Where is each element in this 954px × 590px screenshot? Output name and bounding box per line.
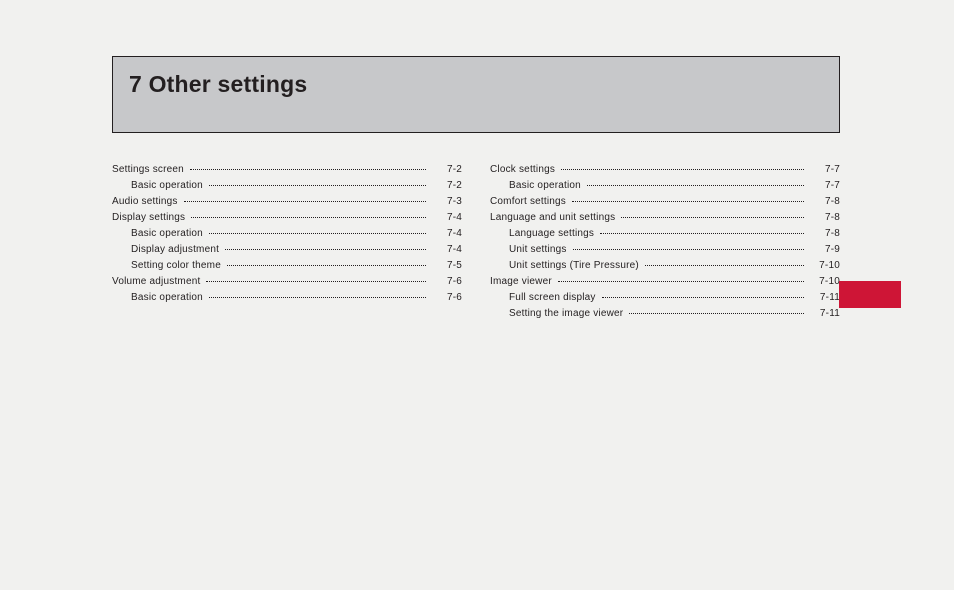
toc-entry-page: 7-10 (807, 274, 840, 290)
toc-leader-dots (587, 185, 804, 186)
toc-entry: Image viewer 7-10 (490, 274, 840, 290)
toc-entry-label: Language settings (509, 226, 597, 242)
toc-entry: Setting color theme 7-5 (112, 258, 462, 274)
toc-leader-dots (645, 265, 804, 266)
toc-entry-page: 7-7 (807, 162, 840, 178)
toc-entry: Audio settings 7-3 (112, 194, 462, 210)
toc-entry-label: Full screen display (509, 290, 599, 306)
toc-entry: Basic operation 7-7 (490, 178, 840, 194)
toc-entry: Full screen display 7-11 (490, 290, 840, 306)
toc-entry-label: Image viewer (490, 274, 555, 290)
toc-entry-label: Settings screen (112, 162, 187, 178)
toc-entry-label: Setting the image viewer (509, 306, 626, 322)
toc-entry-page: 7-2 (429, 162, 462, 178)
toc-leader-dots (572, 201, 804, 202)
toc-entry-page: 7-5 (429, 258, 462, 274)
toc-entry: Clock settings 7-7 (490, 162, 840, 178)
toc-entry: Unit settings (Tire Pressure) 7-10 (490, 258, 840, 274)
toc-entry-label: Basic operation (131, 290, 206, 306)
toc-leader-dots (209, 233, 426, 234)
toc-leader-dots (621, 217, 804, 218)
toc-entry-page: 7-4 (429, 210, 462, 226)
toc-entry-page: 7-6 (429, 274, 462, 290)
toc-leader-dots (184, 201, 426, 202)
toc-entry-label: Basic operation (509, 178, 584, 194)
toc-entry: Display adjustment 7-4 (112, 242, 462, 258)
chapter-header: 7 Other settings (112, 56, 840, 133)
toc-entry-page: 7-3 (429, 194, 462, 210)
toc-entry-page: 7-4 (429, 226, 462, 242)
toc-entry-label: Unit settings (509, 242, 570, 258)
toc-leader-dots (629, 313, 804, 314)
toc-entry-label: Unit settings (Tire Pressure) (509, 258, 642, 274)
toc-entry: Setting the image viewer 7-11 (490, 306, 840, 322)
toc-leader-dots (600, 233, 804, 234)
toc-entry-label: Display adjustment (131, 242, 222, 258)
toc-entry: Settings screen 7-2 (112, 162, 462, 178)
toc-entry: Display settings 7-4 (112, 210, 462, 226)
toc-entry-page: 7-11 (807, 290, 840, 306)
toc-entry: Basic operation 7-6 (112, 290, 462, 306)
toc-leader-dots (191, 217, 426, 218)
toc-leader-dots (561, 169, 804, 170)
toc-entry-page: 7-6 (429, 290, 462, 306)
toc-leader-dots (227, 265, 426, 266)
toc-entry-label: Audio settings (112, 194, 181, 210)
toc-leader-dots (206, 281, 426, 282)
toc-leader-dots (602, 297, 804, 298)
toc-entry: Comfort settings 7-8 (490, 194, 840, 210)
toc-leader-dots (573, 249, 804, 250)
toc-leader-dots (209, 297, 426, 298)
toc-entry: Volume adjustment 7-6 (112, 274, 462, 290)
toc-entry-page: 7-10 (807, 258, 840, 274)
chapter-title: 7 Other settings (113, 57, 839, 98)
toc-entry: Basic operation 7-2 (112, 178, 462, 194)
toc-entry-page: 7-8 (807, 226, 840, 242)
toc-entry-page: 7-11 (807, 306, 840, 322)
toc-entry-page: 7-9 (807, 242, 840, 258)
toc-entry-label: Setting color theme (131, 258, 224, 274)
section-tab-marker (839, 281, 901, 308)
toc-leader-dots (209, 185, 426, 186)
toc-entry: Language settings 7-8 (490, 226, 840, 242)
toc-entry-label: Comfort settings (490, 194, 569, 210)
toc-entry-label: Language and unit settings (490, 210, 618, 226)
toc-entry: Basic operation 7-4 (112, 226, 462, 242)
toc-entry-page: 7-8 (807, 210, 840, 226)
toc-entry-label: Basic operation (131, 178, 206, 194)
chapter-title-text: Other settings (149, 71, 308, 97)
toc-leader-dots (558, 281, 804, 282)
toc-entry-page: 7-4 (429, 242, 462, 258)
toc-entry-page: 7-8 (807, 194, 840, 210)
page: 7 Other settings Settings screen7-2Basic… (0, 0, 954, 590)
toc-entry-page: 7-7 (807, 178, 840, 194)
toc-entry: Language and unit settings 7-8 (490, 210, 840, 226)
toc-column-left: Settings screen7-2Basic operation7-2Audi… (112, 162, 462, 322)
toc-column-right: Clock settings7-7Basic operation7-7Comfo… (490, 162, 840, 322)
toc-leader-dots (190, 169, 426, 170)
chapter-number: 7 (129, 71, 142, 97)
toc-leader-dots (225, 249, 426, 250)
toc-entry-label: Basic operation (131, 226, 206, 242)
toc-entry-label: Volume adjustment (112, 274, 203, 290)
toc-entry-label: Display settings (112, 210, 188, 226)
toc-entry-label: Clock settings (490, 162, 558, 178)
toc-entry-page: 7-2 (429, 178, 462, 194)
table-of-contents: Settings screen7-2Basic operation7-2Audi… (112, 162, 840, 322)
toc-entry: Unit settings 7-9 (490, 242, 840, 258)
